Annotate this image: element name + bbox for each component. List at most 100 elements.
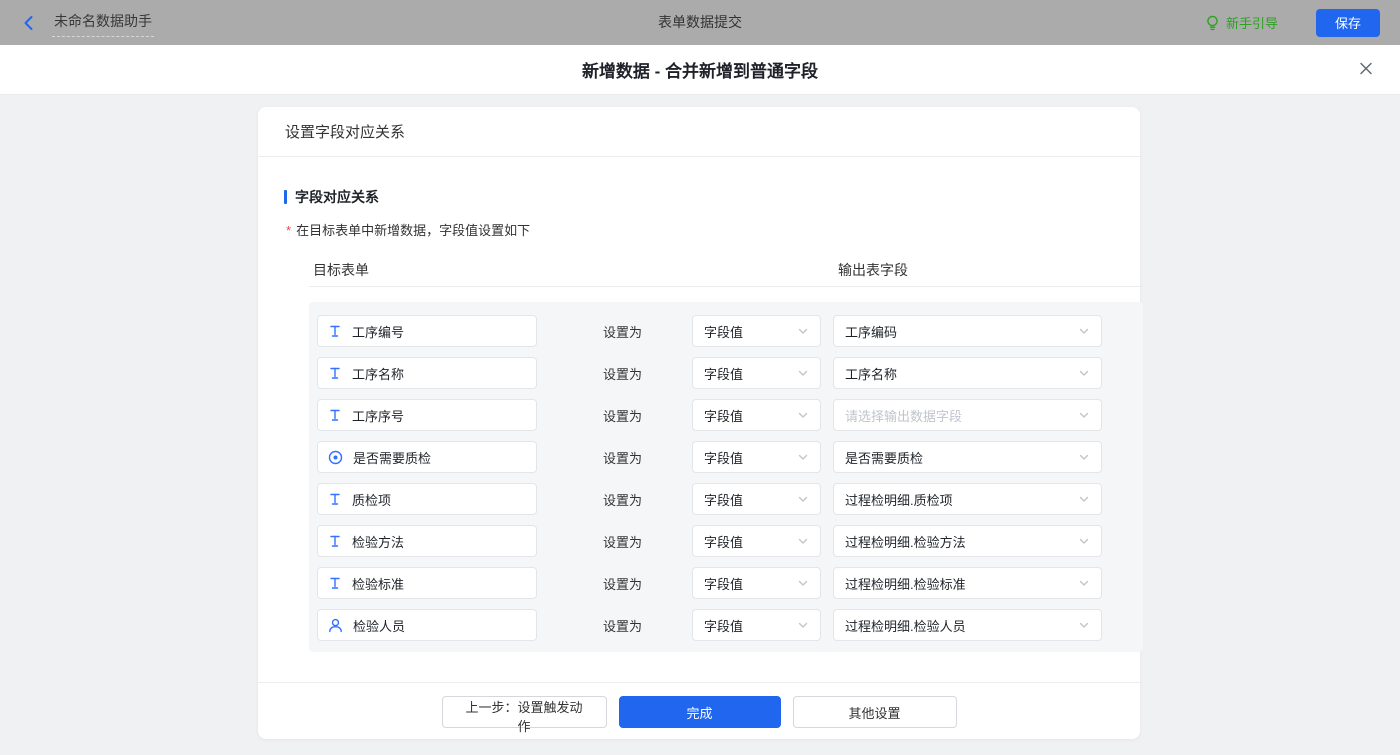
target-field-label: 质检项 xyxy=(352,490,391,509)
prev-step-button[interactable]: 上一步：设置触发动作 xyxy=(442,696,607,728)
operator-select[interactable]: 字段值 xyxy=(692,399,821,431)
output-field-select[interactable]: 请选择输出数据字段 xyxy=(833,399,1102,431)
field-mapping-row: 检验标准 设置为 字段值 过程检明细.检验标准 xyxy=(317,567,1143,599)
chevron-down-icon xyxy=(1078,493,1090,505)
chevron-down-icon xyxy=(1078,577,1090,589)
columns-header: 目标表单 输出表字段 xyxy=(284,260,1114,278)
target-field-box[interactable]: 检验人员 xyxy=(317,609,537,641)
chevron-down-icon xyxy=(1078,535,1090,547)
operator-value: 字段值 xyxy=(704,448,743,467)
text-field-icon xyxy=(328,324,342,338)
target-field-box[interactable]: 工序编号 xyxy=(317,315,537,347)
chevron-down-icon xyxy=(797,325,809,337)
output-field-select[interactable]: 过程检明细.检验人员 xyxy=(833,609,1102,641)
field-mapping-panel: 工序编号 设置为 字段值 工序编码 xyxy=(309,302,1143,652)
target-field-box[interactable]: 是否需要质检 xyxy=(317,441,537,473)
section-title: 字段对应关系 xyxy=(284,187,1114,207)
radio-field-icon xyxy=(328,450,343,465)
operator-select[interactable]: 字段值 xyxy=(692,441,821,473)
text-field-icon xyxy=(328,492,342,506)
operator-select[interactable]: 字段值 xyxy=(692,609,821,641)
target-field-box[interactable]: 工序名称 xyxy=(317,357,537,389)
output-field-select[interactable]: 过程检明细.检验标准 xyxy=(833,567,1102,599)
text-field-icon xyxy=(328,366,342,380)
output-field-value: 请选择输出数据字段 xyxy=(845,406,962,425)
output-field-select[interactable]: 过程检明细.检验方法 xyxy=(833,525,1102,557)
operator-select[interactable]: 字段值 xyxy=(692,525,821,557)
chevron-down-icon xyxy=(797,577,809,589)
assistant-name-input[interactable]: 未命名数据助手 xyxy=(52,8,154,37)
back-chevron-icon xyxy=(20,14,38,32)
target-field-label: 检验人员 xyxy=(353,616,405,635)
chevron-down-icon xyxy=(1078,619,1090,631)
output-field-value: 过程检明细.检验方法 xyxy=(845,532,966,551)
output-field-select[interactable]: 工序名称 xyxy=(833,357,1102,389)
chevron-down-icon xyxy=(1078,367,1090,379)
section-accent-bar xyxy=(284,190,287,204)
other-settings-button[interactable]: 其他设置 xyxy=(793,696,957,728)
save-button[interactable]: 保存 xyxy=(1316,9,1380,37)
set-as-label: 设置为 xyxy=(603,574,645,593)
text-field-icon xyxy=(328,576,342,590)
done-button[interactable]: 完成 xyxy=(619,696,781,728)
output-field-value: 工序编码 xyxy=(845,322,897,341)
field-mapping-card: 设置字段对应关系 字段对应关系 * 在目标表单中新增数据，字段值设置如下 目标表… xyxy=(258,107,1140,739)
field-mapping-row: 工序序号 设置为 字段值 请选择输出数据字段 xyxy=(317,399,1143,431)
guide-label: 新手引导 xyxy=(1226,13,1278,32)
field-mapping-row: 检验人员 设置为 字段值 过程检明细.检验人员 xyxy=(317,609,1143,641)
user-field-icon xyxy=(328,618,343,633)
set-as-label: 设置为 xyxy=(603,364,645,383)
card-footer: 上一步：设置触发动作 完成 其他设置 xyxy=(258,682,1140,739)
output-field-value: 是否需要质检 xyxy=(845,448,923,467)
back-button[interactable] xyxy=(20,14,38,32)
columns-divider xyxy=(309,286,1143,287)
field-mapping-row: 工序编号 设置为 字段值 工序编码 xyxy=(317,315,1143,347)
operator-select[interactable]: 字段值 xyxy=(692,483,821,515)
operator-value: 字段值 xyxy=(704,616,743,635)
set-as-label: 设置为 xyxy=(603,490,645,509)
operator-value: 字段值 xyxy=(704,490,743,509)
column-output-fields: 输出表字段 xyxy=(838,260,908,280)
column-target-form: 目标表单 xyxy=(313,260,369,280)
target-field-box[interactable]: 质检项 xyxy=(317,483,537,515)
field-mapping-row: 检验方法 设置为 字段值 过程检明细.检验方法 xyxy=(317,525,1143,557)
set-as-label: 设置为 xyxy=(603,448,645,467)
operator-value: 字段值 xyxy=(704,406,743,425)
chevron-down-icon xyxy=(1078,325,1090,337)
operator-select[interactable]: 字段值 xyxy=(692,357,821,389)
set-as-label: 设置为 xyxy=(603,616,645,635)
target-field-box[interactable]: 检验标准 xyxy=(317,567,537,599)
output-field-select[interactable]: 是否需要质检 xyxy=(833,441,1102,473)
operator-value: 字段值 xyxy=(704,532,743,551)
output-field-select[interactable]: 过程检明细.质检项 xyxy=(833,483,1102,515)
lightbulb-icon xyxy=(1205,15,1220,31)
set-as-label: 设置为 xyxy=(603,406,645,425)
topbar: 未命名数据助手 表单数据提交 新手引导 保存 xyxy=(0,0,1400,45)
output-field-value: 工序名称 xyxy=(845,364,897,383)
target-field-label: 检验标准 xyxy=(352,574,404,593)
chevron-down-icon xyxy=(797,367,809,379)
chevron-down-icon xyxy=(797,409,809,421)
chevron-down-icon xyxy=(797,451,809,463)
output-field-select[interactable]: 工序编码 xyxy=(833,315,1102,347)
target-field-label: 工序序号 xyxy=(352,406,404,425)
operator-select[interactable]: 字段值 xyxy=(692,567,821,599)
chevron-down-icon xyxy=(797,619,809,631)
target-field-box[interactable]: 工序序号 xyxy=(317,399,537,431)
chevron-down-icon xyxy=(1078,451,1090,463)
chevron-down-icon xyxy=(797,535,809,547)
output-field-value: 过程检明细.检验人员 xyxy=(845,616,966,635)
beginner-guide-link[interactable]: 新手引导 xyxy=(1205,13,1278,32)
target-field-label: 工序名称 xyxy=(352,364,404,383)
set-as-label: 设置为 xyxy=(603,322,645,341)
target-field-box[interactable]: 检验方法 xyxy=(317,525,537,557)
close-icon[interactable] xyxy=(1358,60,1374,79)
set-as-label: 设置为 xyxy=(603,532,645,551)
target-field-label: 是否需要质检 xyxy=(353,448,431,467)
operator-select[interactable]: 字段值 xyxy=(692,315,821,347)
section-description: * 在目标表单中新增数据，字段值设置如下 xyxy=(286,220,1114,239)
chevron-down-icon xyxy=(1078,409,1090,421)
card-header-title: 设置字段对应关系 xyxy=(258,107,1140,157)
field-mapping-row: 工序名称 设置为 字段值 工序名称 xyxy=(317,357,1143,389)
text-field-icon xyxy=(328,534,342,548)
